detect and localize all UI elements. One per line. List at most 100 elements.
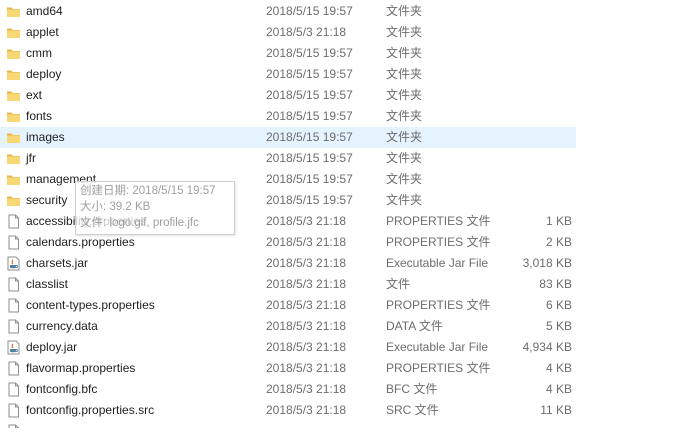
file-name: applet [26, 25, 59, 39]
file-type: 文件夹 [386, 4, 423, 18]
file-icon [6, 235, 21, 250]
file-date: 2018/5/15 19:57 [266, 109, 353, 123]
file-icon [6, 214, 21, 229]
file-name: charsets.jar [26, 256, 89, 270]
file-type: 文件夹 [386, 88, 423, 102]
file-name: currency.data [26, 319, 98, 333]
file-date: 2018/5/15 19:57 [266, 67, 353, 81]
file-row[interactable]: deploy 2018/5/15 19:57 文件夹 [0, 64, 576, 85]
file-date: 2018/5/3 21:18 [266, 361, 347, 375]
file-row[interactable]: deploy.jar 2018/5/3 21:18 Executable Jar F… [0, 337, 576, 358]
file-type: 文件夹 [386, 46, 423, 60]
folder-icon [6, 46, 21, 61]
file-row[interactable]: charsets.jar 2018/5/3 21:18 Executable Jar… [0, 253, 576, 274]
file-date: 2018/5/15 19:57 [266, 4, 353, 18]
file-size [480, 64, 572, 85]
file-date: 2018/5/3 21:18 [266, 25, 347, 39]
file-type: PROPERTIES 文件 [386, 298, 491, 312]
file-name: deploy [26, 67, 62, 81]
file-size [480, 1, 572, 22]
file-date: 2018/5/3 21:18 [266, 277, 347, 291]
file-row[interactable]: fonts 2018/5/15 19:57 文件夹 [0, 106, 576, 127]
file-size [480, 148, 572, 169]
file-size: 11 KB [540, 403, 572, 417]
folder-icon [6, 193, 21, 208]
file-size: 4,934 KB [522, 340, 572, 354]
file-date: 2018/5/3 21:18 [266, 235, 347, 249]
tooltip-size: 大小: 39.2 KB [80, 201, 151, 213]
file-size: 4 KB [545, 361, 572, 375]
file-size: 3,018 KB [522, 256, 572, 270]
file-row[interactable]: applet 2018/5/3 21:18 文件夹 [0, 22, 576, 43]
file-type: Executable Jar File [386, 256, 489, 270]
folder-icon [6, 4, 21, 19]
file-size [480, 127, 572, 148]
file-name: security [26, 193, 68, 207]
file-icon [6, 361, 21, 376]
info-tooltip: 创建日期: 2018/5/15 19:57 大小: 39.2 KB 文件: lo… [75, 181, 235, 235]
file-size [480, 43, 572, 64]
file-type: 文件夹 [386, 172, 423, 186]
file-row[interactable]: calendars.properties 2018/5/3 21:18 PROPER… [0, 232, 576, 253]
file-date: 2018/5/3 21:18 [266, 214, 347, 228]
file-date: 2018/5/15 19:57 [266, 172, 353, 186]
file-row[interactable]: currency.data 2018/5/3 21:18 DATA 文件 5 KB [0, 316, 576, 337]
file-type: BFC 文件 [386, 382, 438, 396]
file-name: classlist [26, 277, 69, 291]
file-row[interactable]: cmm 2018/5/15 19:57 文件夹 [0, 43, 576, 64]
file-row[interactable] [0, 421, 576, 428]
file-row[interactable]: ext 2018/5/15 19:57 文件夹 [0, 85, 576, 106]
file-row[interactable]: images 2018/5/15 19:57 文件夹 [0, 127, 576, 148]
file-size: 2 KB [545, 235, 572, 249]
file-size: 83 KB [539, 277, 572, 291]
file-date: 2018/5/3 21:18 [266, 298, 347, 312]
file-row[interactable]: content-types.properties 2018/5/3 21:18 PR… [0, 295, 576, 316]
tooltip-created: 创建日期: 2018/5/15 19:57 [80, 185, 216, 197]
file-size [480, 22, 572, 43]
file-type: SRC 文件 [386, 403, 439, 417]
file-name: content-types.properties [26, 298, 155, 312]
folder-icon [6, 67, 21, 82]
file-row[interactable]: amd64 2018/5/15 19:57 文件夹 [0, 1, 576, 22]
file-icon [6, 277, 21, 292]
file-name: fontconfig.bfc [26, 382, 98, 396]
folder-icon [6, 151, 21, 166]
file-size [480, 85, 572, 106]
file-name: jfr [26, 151, 36, 165]
file-type: 文件夹 [386, 151, 423, 165]
file-type: 文件夹 [386, 193, 423, 207]
file-row[interactable]: classlist 2018/5/3 21:18 文件 83 KB [0, 274, 576, 295]
file-date: 2018/5/15 19:57 [266, 46, 353, 60]
file-row[interactable]: flavormap.properties 2018/5/3 21:18 PROPER… [0, 358, 576, 379]
file-row[interactable]: jfr 2018/5/15 19:57 文件夹 [0, 148, 576, 169]
file-name: ext [26, 88, 43, 102]
file-icon [6, 319, 21, 334]
jar-icon [6, 340, 21, 355]
file-icon [6, 424, 21, 428]
folder-icon [6, 109, 21, 124]
file-name: images [26, 130, 65, 144]
file-name: fontconfig.properties.src [26, 403, 155, 417]
file-row[interactable]: fontconfig.bfc 2018/5/3 21:18 BFC 文件 4 KB [0, 379, 576, 400]
file-date: 2018/5/15 19:57 [266, 193, 353, 207]
file-icon [6, 382, 21, 397]
file-type: PROPERTIES 文件 [386, 361, 491, 375]
file-type: 文件夹 [386, 130, 423, 144]
file-icon [6, 298, 21, 313]
folder-icon [6, 172, 21, 187]
jar-icon [6, 256, 21, 271]
file-date: 2018/5/3 21:18 [266, 256, 347, 270]
file-date: 2018/5/3 21:18 [266, 403, 347, 417]
file-type: PROPERTIES 文件 [386, 214, 491, 228]
file-size: 4 KB [545, 382, 572, 396]
file-name: cmm [26, 46, 52, 60]
file-size: 1 KB [545, 214, 572, 228]
file-name: deploy.jar [26, 340, 78, 354]
file-type: Executable Jar File [386, 340, 489, 354]
file-type: 文件 [386, 277, 411, 291]
file-size: 6 KB [545, 298, 572, 312]
file-row[interactable]: fontconfig.properties.src 2018/5/3 21:18 S… [0, 400, 576, 421]
file-date: 2018/5/15 19:57 [266, 88, 353, 102]
file-type: 文件夹 [386, 25, 423, 39]
folder-icon [6, 25, 21, 40]
